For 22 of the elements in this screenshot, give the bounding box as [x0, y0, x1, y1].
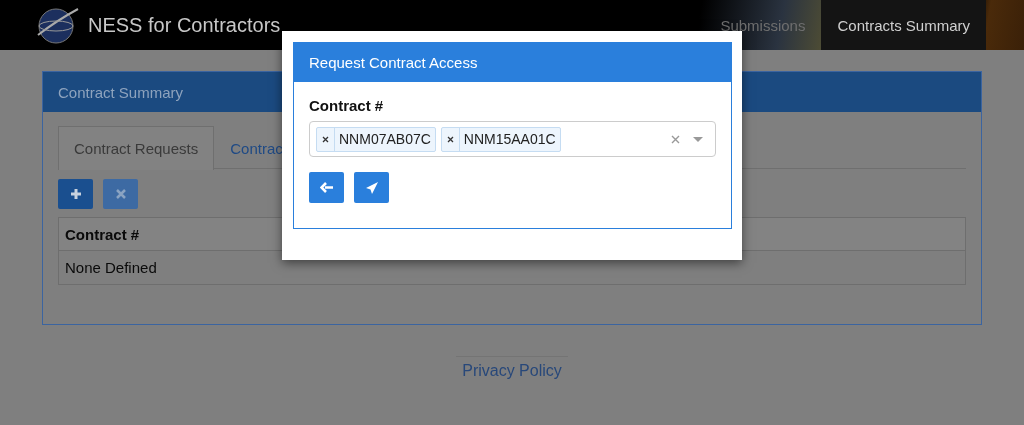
panel-title: Contract Summary — [58, 83, 184, 101]
back-button[interactable] — [309, 172, 344, 203]
field-label: Contract # — [309, 97, 385, 114]
selected-tag: NNM15AA01C — [440, 126, 561, 152]
plus-icon — [69, 188, 82, 200]
arrow-left-icon — [319, 182, 334, 193]
app-title: NESS for Contractors — [88, 13, 281, 37]
modal-title: Request Contract Access — [309, 54, 478, 71]
nav-link[interactable]: Contracts Summary — [821, 0, 986, 50]
clear-icon[interactable] — [671, 134, 680, 144]
column-header: Contract # — [65, 225, 140, 243]
contract-select-field[interactable]: NNM07AB07C NNM15AA01C — [309, 121, 716, 157]
tab[interactable]: Contract Requests — [58, 126, 215, 170]
nav-link[interactable]: Submissions — [704, 0, 822, 50]
add-button[interactable] — [58, 179, 93, 209]
caret-icon[interactable] — [693, 136, 703, 142]
selected-tag: NNM07AB07C — [316, 126, 436, 152]
privacy-policy-link[interactable]: Privacy Policy — [456, 356, 568, 380]
table-cell: None Defined — [65, 259, 157, 276]
send-button[interactable] — [354, 172, 389, 203]
paper-plane-icon — [364, 180, 379, 195]
close-icon — [115, 189, 126, 199]
